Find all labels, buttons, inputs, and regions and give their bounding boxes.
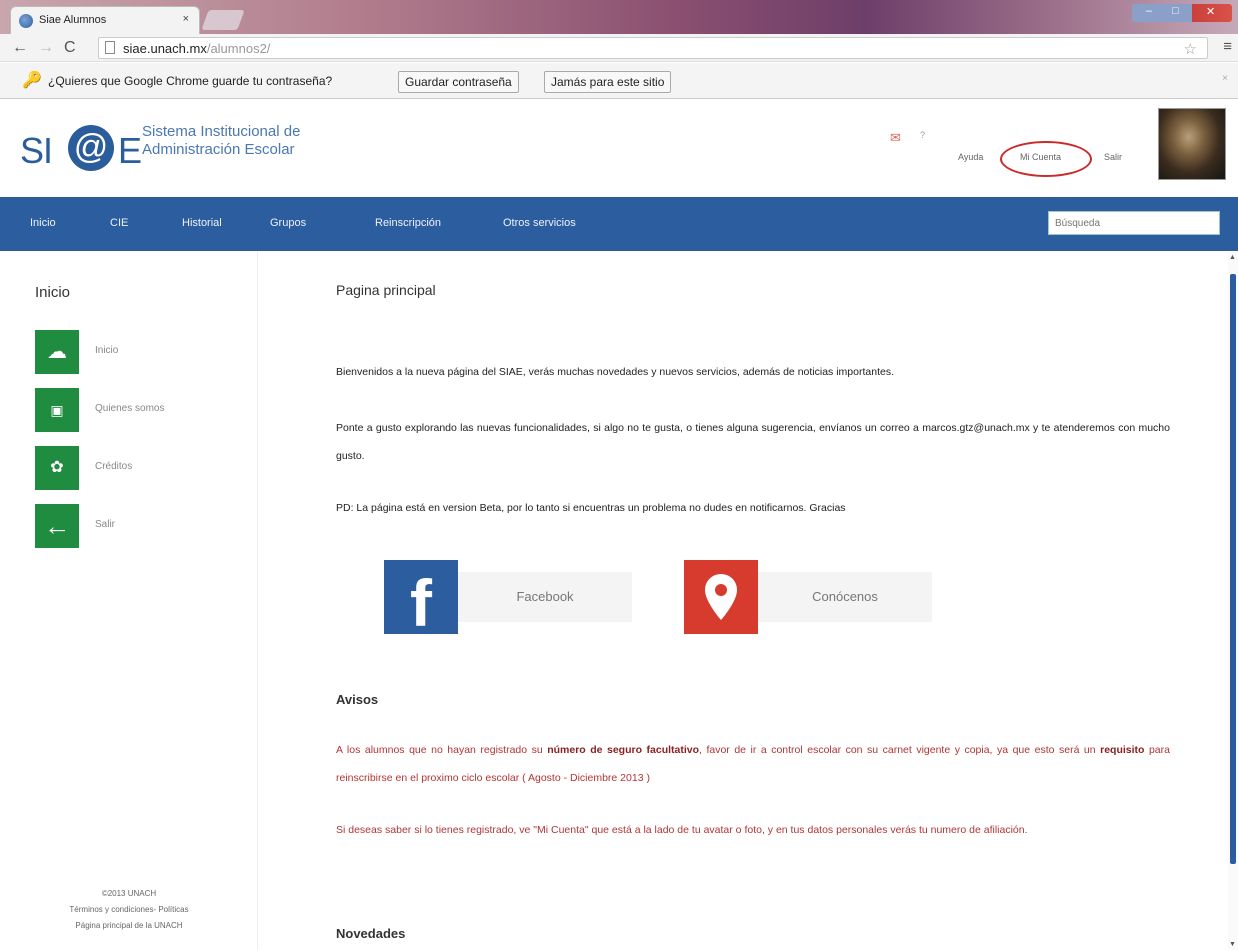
mail-count: ?: [920, 130, 926, 140]
aviso-bold: número de seguro facultativo: [547, 744, 700, 756]
logo-e: E: [118, 130, 143, 171]
browser-toolbar: ← → C siae.unach.mx/alumnos2/ ☆ ≡: [0, 34, 1238, 62]
sidebar-footer: ©2013 UNACH Términos y condiciones- Polí…: [0, 886, 258, 934]
infobar-close-icon[interactable]: ×: [1222, 73, 1228, 84]
sidebar-item-quienes-somos[interactable]: ▣ Quienes somos: [35, 388, 235, 432]
url-text: siae.unach.mx/alumnos2/: [123, 41, 270, 56]
sidebar-item-inicio[interactable]: ☁ Inicio: [35, 330, 235, 374]
reload-icon[interactable]: C: [64, 39, 76, 57]
conocenos-button[interactable]: Conócenos: [684, 560, 934, 634]
aviso-mi-cuenta: Si deseas saber si lo tienes registrado,…: [336, 824, 1028, 836]
logo-si: SI: [20, 130, 53, 171]
welcome-paragraph: Bienvenidos a la nueva página del SIAE, …: [336, 366, 894, 378]
system-name: Sistema Institucional de Administración …: [142, 123, 301, 158]
nav-inicio[interactable]: Inicio: [30, 217, 56, 229]
avisos-heading: Avisos: [336, 692, 379, 707]
minimize-icon[interactable]: –: [1146, 5, 1152, 17]
infobar-message: ¿Quieres que Google Chrome guarde tu con…: [48, 74, 333, 88]
key-icon: 🔑: [22, 72, 42, 89]
tab-close-icon[interactable]: ×: [183, 13, 189, 25]
aviso-bold: requisito: [1100, 744, 1145, 756]
help-link[interactable]: Ayuda: [958, 152, 983, 162]
sidebar-title: Inicio: [35, 284, 71, 301]
user-avatar[interactable]: [1158, 108, 1226, 180]
window-close-icon[interactable]: ✕: [1206, 5, 1215, 18]
address-bar[interactable]: siae.unach.mx/alumnos2/ ☆: [98, 37, 1208, 59]
new-tab-button[interactable]: [201, 10, 245, 30]
camera-icon: ▣: [35, 388, 79, 432]
aviso-text: A los alumnos que no hayan registrado su: [336, 744, 548, 756]
novedades-heading: Novedades: [336, 926, 406, 941]
nav-grupos[interactable]: Grupos: [270, 217, 306, 229]
aviso-seguro: A los alumnos que no hayan registrado su…: [336, 736, 1170, 792]
site-header: SI @ E Sistema Institucional de Administ…: [0, 100, 1238, 197]
scroll-up-icon[interactable]: ▲: [1229, 254, 1236, 261]
handshake-icon: ✿: [35, 446, 79, 490]
password-infobar: 🔑 ¿Quieres que Google Chrome guarde tu c…: [0, 63, 1238, 99]
save-password-button[interactable]: Guardar contraseña: [398, 71, 519, 93]
logout-link[interactable]: Salir: [1104, 152, 1122, 162]
facebook-icon: f: [384, 560, 458, 640]
forward-arrow-icon[interactable]: →: [38, 39, 54, 57]
sidebar-item-label: Quienes somos: [95, 403, 165, 414]
arrow-left-icon: ←: [35, 504, 79, 548]
scroll-thumb[interactable]: [1230, 274, 1236, 864]
tab-title: Siae Alumnos: [39, 14, 107, 26]
aviso-text: , favor de ir a control escolar con su c…: [699, 744, 1101, 756]
explore-paragraph: Ponte a gusto explorando las nuevas func…: [336, 422, 1170, 462]
sidebar-item-label: Salir: [95, 519, 116, 530]
page-title: Pagina principal: [336, 282, 436, 298]
page-scrollbar[interactable]: ▲ ▼: [1228, 252, 1238, 950]
page-icon: [105, 41, 115, 54]
main-content: Pagina principal Bienvenidos a la nueva …: [336, 252, 1170, 950]
chrome-menu-icon[interactable]: ≡: [1223, 38, 1232, 55]
sidebar-item-label: Inicio: [95, 345, 119, 356]
back-arrow-icon[interactable]: ←: [12, 39, 28, 57]
cloud-icon: ☁: [35, 330, 79, 374]
sidebar: Inicio ☁ Inicio ▣ Quienes somos ✿ Crédit…: [0, 252, 258, 950]
sidebar-item-salir[interactable]: ← Salir: [35, 504, 235, 548]
main-nav: Inicio CIE Historial Grupos Reinscripció…: [0, 197, 1238, 251]
facebook-label: Facebook: [458, 572, 632, 622]
map-pin-icon: [684, 560, 758, 634]
site-favicon-icon: [19, 14, 33, 28]
nav-cie[interactable]: CIE: [110, 217, 128, 229]
facebook-button[interactable]: f Facebook: [384, 560, 634, 640]
url-host: siae.unach.mx: [123, 41, 207, 56]
window-controls[interactable]: – □ ✕: [1132, 4, 1232, 22]
sidebar-item-label: Créditos: [95, 461, 133, 472]
scroll-down-icon[interactable]: ▼: [1229, 941, 1236, 948]
nav-otros-servicios[interactable]: Otros servicios: [503, 217, 576, 229]
search-input[interactable]: [1048, 211, 1220, 235]
beta-notice: PD: La página está en version Beta, por …: [336, 502, 846, 514]
nav-historial[interactable]: Historial: [182, 217, 222, 229]
logo-at: @: [68, 125, 114, 171]
terms-link[interactable]: Términos y condiciones- Políticas: [0, 902, 258, 918]
mail-icon[interactable]: ✉: [890, 130, 901, 146]
url-path: /alumnos2/: [206, 41, 271, 56]
copyright: ©2013 UNACH: [101, 889, 157, 898]
never-for-site-button[interactable]: Jamás para este sitio: [544, 71, 672, 93]
browser-titlebar: Siae Alumnos × – □ ✕: [0, 0, 1238, 34]
bookmark-star-icon[interactable]: ☆: [1184, 40, 1197, 58]
nav-reinscripcion[interactable]: Reinscripción: [375, 217, 441, 229]
account-highlight-circle: [1000, 141, 1092, 177]
browser-tab[interactable]: Siae Alumnos ×: [10, 6, 200, 34]
unach-home-link[interactable]: Página principal de la UNACH: [0, 918, 258, 934]
sidebar-item-creditos[interactable]: ✿ Créditos: [35, 446, 235, 490]
maximize-icon[interactable]: □: [1172, 5, 1179, 17]
conocenos-label: Conócenos: [758, 572, 932, 622]
